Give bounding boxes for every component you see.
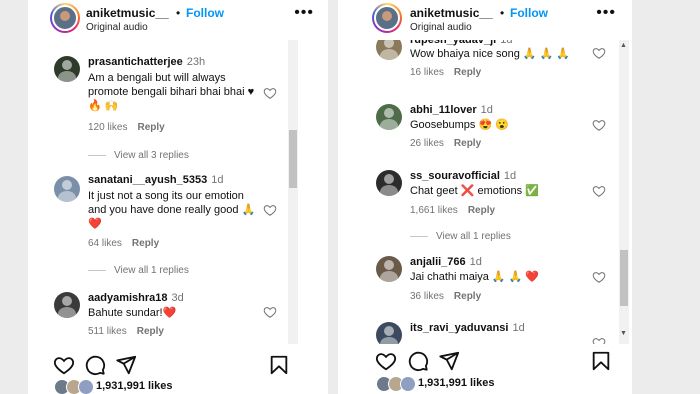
more-options-icon[interactable]: ••• — [294, 5, 314, 21]
bookmark-icon[interactable] — [268, 354, 290, 376]
comment-meta: 64 likes Reply — [88, 238, 160, 249]
reply-button[interactable]: Reply — [132, 238, 159, 249]
comment-username[interactable]: aadyamishra18 3d — [88, 292, 184, 304]
comment-username[interactable]: its_ravi_yaduvansi 1d — [410, 322, 525, 334]
commenter-avatar[interactable] — [376, 322, 402, 344]
audio-label[interactable]: Original audio — [86, 22, 148, 33]
scroll-down-arrow-icon[interactable]: ▼ — [620, 330, 627, 338]
profile-avatar[interactable] — [50, 3, 80, 33]
comment-username[interactable]: rupesh_yadav_ji 1d — [410, 40, 512, 46]
comment-text: It just not a song its our emotion and y… — [88, 190, 256, 230]
commenter-avatar[interactable] — [54, 292, 80, 318]
post-actions: 1,931,991 likes — [28, 344, 328, 394]
commenter-avatar[interactable] — [376, 40, 402, 60]
comments-scrollbar[interactable]: ▲ ▼ — [619, 40, 629, 344]
reply-button[interactable]: Reply — [137, 122, 164, 133]
commenter-avatar[interactable] — [376, 170, 402, 196]
header-separator: • — [176, 6, 181, 20]
view-replies-link[interactable]: View all 3 replies — [88, 150, 189, 161]
view-replies-link[interactable]: View all 1 replies — [410, 231, 511, 242]
comment-meta: 1,661 likes Reply — [410, 205, 496, 216]
reply-button[interactable]: Reply — [137, 326, 164, 337]
heart-icon[interactable] — [263, 86, 277, 100]
scrollbar-thumb[interactable] — [289, 130, 297, 188]
comment-username[interactable]: ss_souravofficial 1d — [410, 170, 516, 182]
post-header: aniketmusic__ • Follow Original audio ••… — [28, 0, 328, 40]
comment-text: Goosebumps 😍 😮 — [410, 119, 509, 131]
comment-meta: 36 likes Reply — [410, 291, 482, 302]
comments-list: rupesh_yadav_ji 1d Wow bhaiya nice song 🙏… — [350, 40, 632, 344]
reel-comments-panel-left: aniketmusic__ • Follow Original audio ••… — [28, 0, 328, 394]
post-actions: 1,931,991 likes — [338, 344, 632, 394]
scroll-up-arrow-icon[interactable]: ▲ — [620, 42, 627, 50]
heart-icon[interactable] — [592, 336, 606, 344]
header-username[interactable]: aniketmusic__ — [410, 6, 493, 20]
reply-button[interactable]: Reply — [468, 205, 495, 216]
likes-count[interactable]: 1,931,991 likes — [418, 377, 494, 389]
heart-icon[interactable] — [592, 118, 606, 132]
likes-count[interactable]: 1,931,991 likes — [96, 380, 172, 392]
reply-button[interactable]: Reply — [454, 291, 481, 302]
comment-icon[interactable] — [407, 350, 429, 372]
profile-avatar[interactable] — [372, 3, 402, 33]
more-options-icon[interactable]: ••• — [596, 5, 616, 21]
comment-text: Bahute sundar!❤️ — [88, 307, 177, 319]
comment-username[interactable]: prasantichatterjee 23h — [88, 56, 205, 68]
comment-username[interactable]: sanatani__ayush_5353 1d — [88, 174, 224, 186]
commenter-avatar[interactable] — [376, 256, 402, 282]
comment-meta: 16 likes Reply — [410, 67, 482, 78]
avatar — [400, 376, 416, 392]
comment-username[interactable]: abhi_11lover 1d — [410, 104, 493, 116]
commenter-avatar[interactable] — [54, 56, 80, 82]
comment-text: Jai chathi maiya 🙏 🙏 ❤️ — [410, 271, 540, 283]
post-header: aniketmusic__ • Follow Original audio ••… — [338, 0, 632, 40]
screenshot-stage: aniketmusic__ • Follow Original audio ••… — [0, 0, 700, 394]
avatar — [78, 379, 94, 394]
follow-button[interactable]: Follow — [186, 6, 224, 20]
header-username[interactable]: aniketmusic__ — [86, 6, 169, 20]
audio-label[interactable]: Original audio — [410, 22, 472, 33]
heart-icon[interactable] — [263, 305, 277, 319]
heart-icon[interactable] — [592, 46, 606, 60]
heart-icon[interactable] — [375, 350, 397, 372]
comments-list: prasantichatterjee 23h Am a bengali but w… — [28, 40, 328, 344]
heart-icon[interactable] — [592, 270, 606, 284]
heart-icon[interactable] — [592, 184, 606, 198]
reply-button[interactable]: Reply — [454, 138, 481, 149]
heart-icon[interactable] — [53, 354, 75, 376]
comments-scrollbar[interactable] — [288, 40, 298, 344]
commenter-avatar[interactable] — [54, 176, 80, 202]
share-icon[interactable] — [438, 350, 460, 372]
header-separator: • — [500, 6, 505, 20]
comment-meta: 120 likes Reply — [88, 122, 165, 133]
comment-username[interactable]: anjalii_766 1d — [410, 256, 482, 268]
reply-button[interactable]: Reply — [454, 67, 481, 78]
follow-button[interactable]: Follow — [510, 6, 548, 20]
comment-icon[interactable] — [84, 354, 106, 376]
view-replies-link[interactable]: View all 1 replies — [88, 265, 189, 276]
commenter-avatar[interactable] — [376, 104, 402, 130]
bookmark-icon[interactable] — [590, 350, 612, 372]
comment-text: Chat geet ❌ emotions ✅ — [410, 185, 539, 197]
share-icon[interactable] — [115, 354, 137, 376]
reel-comments-panel-right: aniketmusic__ • Follow Original audio ••… — [338, 0, 632, 394]
scrollbar-thumb[interactable] — [620, 250, 628, 306]
comment-text: Wow bhaiya nice song 🙏 🙏 🙏 — [410, 48, 571, 60]
comment-meta: 26 likes Reply — [410, 138, 482, 149]
comment-text: Am a bengali but will always promote ben… — [88, 72, 255, 112]
comment-meta: 511 likes Reply — [88, 326, 164, 337]
heart-icon[interactable] — [263, 203, 277, 217]
